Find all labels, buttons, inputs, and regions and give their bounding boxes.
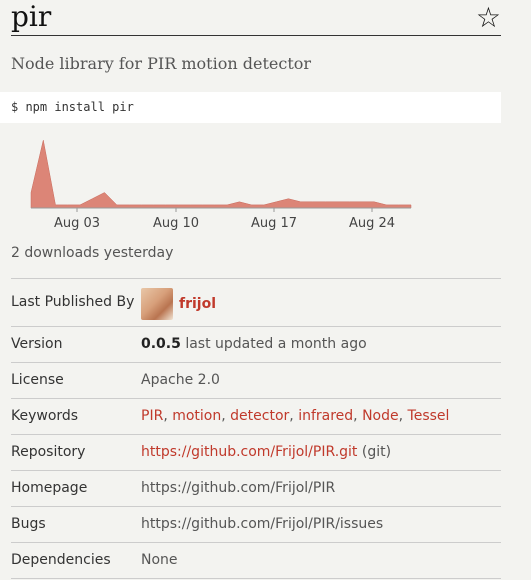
install-command[interactable]: $ npm install pir — [11, 100, 134, 114]
repository-link[interactable]: https://github.com/Frijol/PIR.git — [141, 444, 357, 460]
keyword-link[interactable]: Tessel — [408, 408, 450, 424]
bugs-label: Bugs — [11, 516, 46, 532]
meta-row-repository: Repository https://github.com/Frijol/PIR… — [11, 435, 501, 471]
keyword-link[interactable]: detector — [230, 408, 289, 424]
package-metadata: Last Published By frijol Version 0.0.5 l… — [11, 278, 501, 579]
package-title: pir — [11, 0, 52, 33]
meta-row-publisher: Last Published By frijol — [11, 279, 501, 327]
publisher-value[interactable]: frijol — [141, 288, 216, 320]
keywords-list: PIR, motion, detector, infrared, Node, T… — [141, 408, 450, 424]
version-value: 0.0.5 last updated a month ago — [141, 336, 367, 352]
version-updated: last updated a month ago — [185, 336, 367, 352]
package-header: pir ☆ — [11, 0, 501, 36]
keyword-link[interactable]: PIR — [141, 408, 163, 424]
package-description: Node library for PIR motion detector — [11, 54, 312, 73]
x-tick-label: Aug 17 — [251, 216, 297, 231]
bugs-link[interactable]: https://github.com/Frijol/PIR/issues — [141, 516, 383, 532]
homepage-label: Homepage — [11, 480, 88, 496]
meta-row-license: License Apache 2.0 — [11, 363, 501, 399]
x-tick-label: Aug 03 — [54, 216, 100, 231]
downloads-chart-svg: Aug 03 Aug 10 Aug 17 Aug 24 — [30, 139, 412, 231]
downloads-chart: Aug 03 Aug 10 Aug 17 Aug 24 — [0, 130, 430, 240]
repository-label: Repository — [11, 444, 86, 460]
publisher-label: Last Published By — [11, 294, 135, 310]
meta-row-keywords: Keywords PIR, motion, detector, infrared… — [11, 399, 501, 435]
version-number: 0.0.5 — [141, 336, 181, 352]
meta-row-homepage: Homepage https://github.com/Frijol/PIR — [11, 471, 501, 507]
keyword-link[interactable]: Node — [362, 408, 399, 424]
keyword-link[interactable]: infrared — [298, 408, 353, 424]
x-tick-label: Aug 10 — [153, 216, 199, 231]
meta-row-dependencies: Dependencies None — [11, 543, 501, 579]
dependencies-label: Dependencies — [11, 552, 111, 568]
downloads-yesterday: 2 downloads yesterday — [11, 245, 174, 261]
meta-row-version: Version 0.0.5 last updated a month ago — [11, 327, 501, 363]
meta-row-bugs: Bugs https://github.com/Frijol/PIR/issue… — [11, 507, 501, 543]
version-label: Version — [11, 336, 63, 352]
x-tick-label: Aug 24 — [349, 216, 395, 231]
keyword-link[interactable]: motion — [172, 408, 221, 424]
repository-type: (git) — [361, 444, 392, 460]
avatar[interactable] — [141, 288, 173, 320]
repository-value: https://github.com/Frijol/PIR.git (git) — [141, 444, 391, 460]
dependencies-value: None — [141, 552, 178, 568]
star-icon[interactable]: ☆ — [476, 4, 501, 32]
keywords-label: Keywords — [11, 408, 79, 424]
downloads-area — [30, 139, 412, 209]
license-link[interactable]: Apache 2.0 — [141, 372, 220, 388]
license-label: License — [11, 372, 64, 388]
install-command-box[interactable]: $ npm install pir — [0, 92, 501, 123]
publisher-link[interactable]: frijol — [179, 296, 216, 312]
homepage-link[interactable]: https://github.com/Frijol/PIR — [141, 480, 335, 496]
